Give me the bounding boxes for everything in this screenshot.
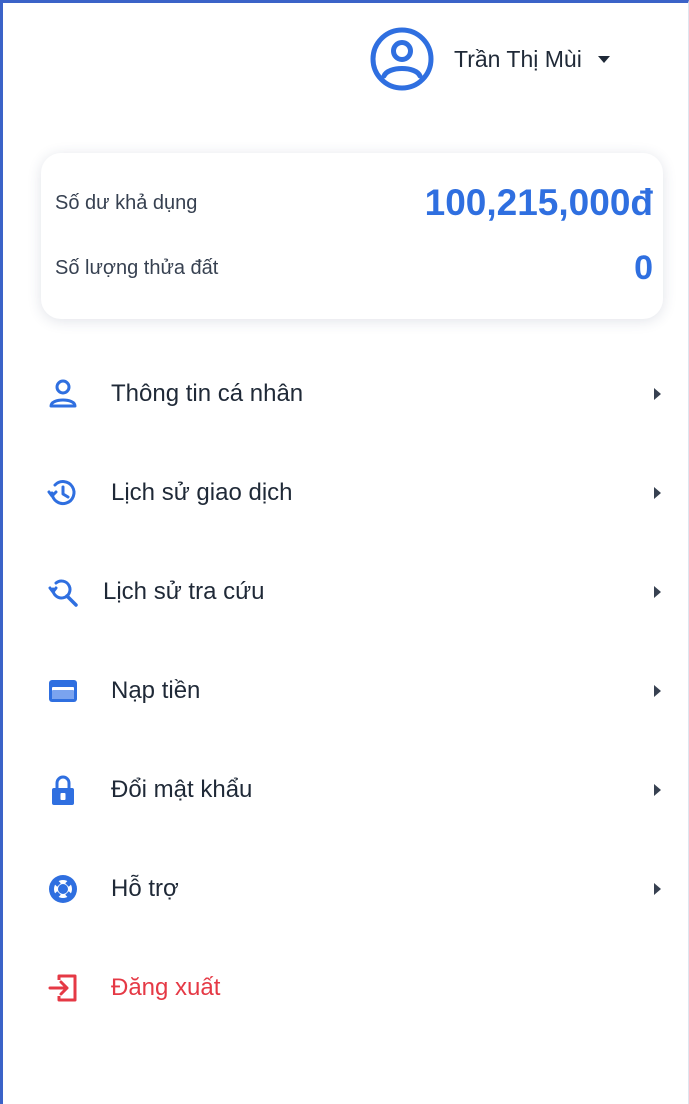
land-plots-row: Số lượng thửa đất 0	[55, 245, 653, 291]
menu-item-label: Đổi mật khẩu	[111, 775, 253, 803]
user-name[interactable]: Trần Thị Mùi	[454, 46, 582, 73]
account-menu-panel: Trần Thị Mùi Số dư khả dụng 100,215,000đ…	[0, 0, 689, 1104]
menu-item-label: Hỗ trợ	[111, 874, 179, 902]
balance-value: 100,215,000đ	[424, 182, 653, 223]
menu-item-search-history[interactable]: Lịch sử tra cứu	[3, 542, 688, 641]
chevron-right-icon	[654, 387, 661, 400]
history-icon	[47, 477, 79, 509]
credit-card-icon	[47, 675, 79, 707]
chevron-right-icon	[654, 882, 661, 895]
menu-item-label: Thông tin cá nhân	[111, 379, 304, 407]
lock-icon	[47, 774, 79, 806]
search-history-icon	[47, 576, 79, 608]
menu-item-label: Lịch sử tra cứu	[103, 577, 265, 605]
menu-item-transaction-history[interactable]: Lịch sử giao dịch	[3, 443, 688, 542]
chevron-right-icon	[654, 486, 661, 499]
menu-item-support[interactable]: Hỗ trợ	[3, 839, 688, 938]
account-summary-card: Số dư khả dụng 100,215,000đ Số lượng thử…	[41, 153, 663, 319]
menu-item-label: Lịch sử giao dịch	[111, 478, 293, 506]
menu-item-top-up[interactable]: Nạp tiền	[3, 641, 688, 740]
account-menu: Thông tin cá nhân Lịch sử giao dịch Lịch…	[3, 344, 688, 1037]
menu-item-label: Nạp tiền	[111, 676, 201, 704]
user-icon	[47, 378, 79, 410]
chevron-right-icon	[654, 783, 661, 796]
caret-down-icon[interactable]	[597, 55, 610, 63]
menu-item-personal-info[interactable]: Thông tin cá nhân	[3, 344, 688, 443]
user-circle-icon	[370, 27, 434, 91]
balance-row: Số dư khả dụng 100,215,000đ	[55, 177, 653, 229]
lifebuoy-icon	[47, 873, 79, 905]
logout-label: Đăng xuất	[111, 973, 221, 1001]
balance-label: Số dư khả dụng	[55, 191, 198, 214]
logout-icon	[47, 972, 79, 1004]
land-plots-value: 0	[634, 248, 653, 287]
menu-item-change-password[interactable]: Đổi mật khẩu	[3, 740, 688, 839]
user-menu-toggle[interactable]: Trần Thị Mùi	[369, 26, 610, 92]
logout-button[interactable]: Đăng xuất	[3, 938, 688, 1037]
chevron-right-icon	[654, 684, 661, 697]
chevron-right-icon	[654, 585, 661, 598]
land-plots-label: Số lượng thửa đất	[55, 256, 219, 279]
